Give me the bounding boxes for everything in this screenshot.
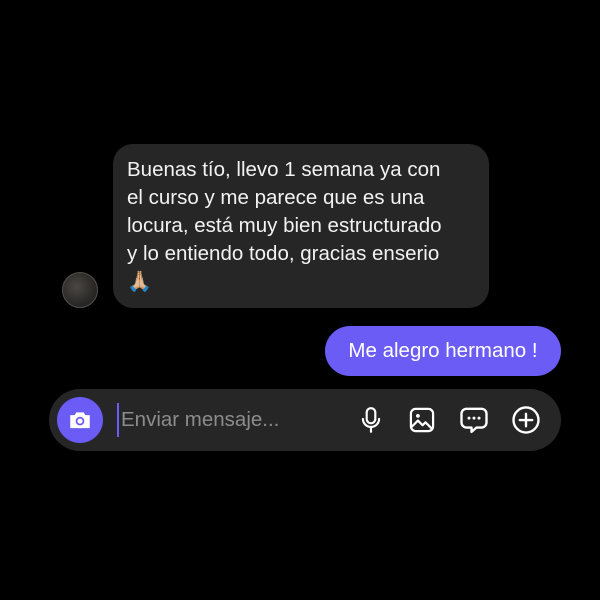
incoming-message-bubble[interactable]: Buenas tío, llevo 1 semana ya con el cur… — [113, 144, 489, 308]
chat-bubble-icon — [459, 405, 489, 435]
avatar[interactable] — [62, 272, 98, 308]
message-input[interactable] — [117, 403, 337, 437]
add-circle-icon — [511, 405, 541, 435]
gallery-button[interactable] — [406, 404, 438, 436]
message-line: el curso y me parece que es una — [127, 186, 425, 209]
message-composer — [49, 389, 561, 451]
message-line: y lo entiendo todo, gracias enserio — [127, 242, 440, 265]
chat-options-button[interactable] — [458, 404, 490, 436]
message-line: Buenas tío, llevo 1 semana ya con — [127, 158, 441, 181]
add-button[interactable] — [510, 404, 542, 436]
outgoing-message-text: Me alegro hermano ! — [348, 339, 538, 362]
praying-hands-emoji: 🙏🏼 — [127, 271, 152, 293]
outgoing-message-bubble[interactable]: Me alegro hermano ! — [325, 326, 561, 376]
chat-screen: Buenas tío, llevo 1 semana ya con el cur… — [0, 0, 600, 600]
message-line: locura, está muy bien estructurado — [127, 214, 442, 237]
camera-button[interactable] — [57, 397, 103, 443]
camera-icon — [67, 407, 93, 433]
microphone-icon — [358, 406, 384, 434]
image-icon — [408, 406, 436, 434]
microphone-button[interactable] — [355, 404, 387, 436]
